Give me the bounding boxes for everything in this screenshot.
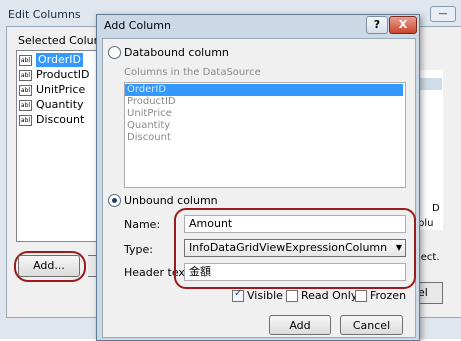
edit-columns-title: Edit Columns — [8, 8, 81, 21]
visible-checkbox[interactable] — [232, 288, 244, 302]
unbound-column-label[interactable]: Unbound column — [124, 194, 218, 207]
add-column-title: Add Column — [104, 19, 171, 32]
header-text-input[interactable]: 金額 — [184, 263, 406, 281]
textbox-column-icon: abl — [19, 114, 32, 126]
readonly-checkbox[interactable] — [286, 290, 298, 302]
datasource-columns-list[interactable]: OrderID ProductID UnitPrice Quantity Dis… — [124, 82, 406, 188]
help-button[interactable]: ? — [366, 16, 388, 34]
type-dropdown[interactable]: InfoDataGridViewExpressionColumn ▼ — [184, 239, 406, 257]
datasource-column-item[interactable]: OrderID — [125, 84, 403, 96]
datasource-column-item[interactable]: Discount — [127, 132, 171, 144]
selected-columns-list[interactable]: abl OrderID abl ProductID abl UnitPrice abl… — [16, 50, 102, 242]
datasource-column-item[interactable]: ProductID — [127, 96, 176, 108]
databound-column-radio[interactable] — [108, 46, 121, 59]
properties-partial-text: plu — [418, 218, 434, 229]
textbox-column-icon: abl — [19, 99, 32, 111]
unbound-column-radio[interactable] — [108, 194, 121, 207]
selected-column-item[interactable]: abl UnitPrice — [19, 83, 85, 97]
frozen-label[interactable]: Frozen — [370, 289, 406, 302]
name-input[interactable]: Amount — [184, 215, 406, 233]
columns-in-datasource-label: Columns in the DataSource — [124, 67, 261, 78]
close-button[interactable]: X — [389, 16, 417, 34]
datasource-column-item[interactable]: Quantity — [127, 120, 170, 132]
add-button[interactable]: Add — [269, 315, 331, 335]
readonly-label[interactable]: Read Only — [301, 289, 357, 302]
selected-column-item[interactable]: abl OrderID — [19, 53, 83, 67]
selected-column-item[interactable]: abl Quantity — [19, 98, 84, 112]
selected-column-item[interactable]: abl ProductID — [19, 68, 89, 82]
frozen-checkbox[interactable] — [355, 290, 367, 302]
textbox-column-icon: abl — [19, 84, 32, 96]
textbox-column-icon: abl — [19, 54, 32, 66]
type-dropdown-value: InfoDataGridViewExpressionColumn — [189, 241, 388, 254]
type-label: Type: — [124, 243, 153, 256]
properties-partial-text: ject. — [418, 252, 440, 263]
window-control-button[interactable]: — — [430, 6, 456, 22]
visible-label[interactable]: Visible — [247, 289, 283, 302]
textbox-column-icon: abl — [19, 69, 32, 81]
chevron-down-icon: ▼ — [395, 243, 402, 252]
databound-column-label[interactable]: Databound column — [124, 46, 229, 59]
properties-header-bar — [420, 78, 442, 90]
cancel-button[interactable]: Cancel — [340, 315, 403, 335]
selected-column-item[interactable]: abl Discount — [19, 113, 84, 127]
edit-columns-cancel-button[interactable]: el — [418, 282, 443, 304]
name-label: Name: — [124, 218, 161, 231]
properties-partial-text: D — [432, 203, 440, 214]
edit-columns-add-button[interactable]: Add... — [18, 255, 80, 277]
datasource-column-item[interactable]: UnitPrice — [127, 108, 172, 120]
